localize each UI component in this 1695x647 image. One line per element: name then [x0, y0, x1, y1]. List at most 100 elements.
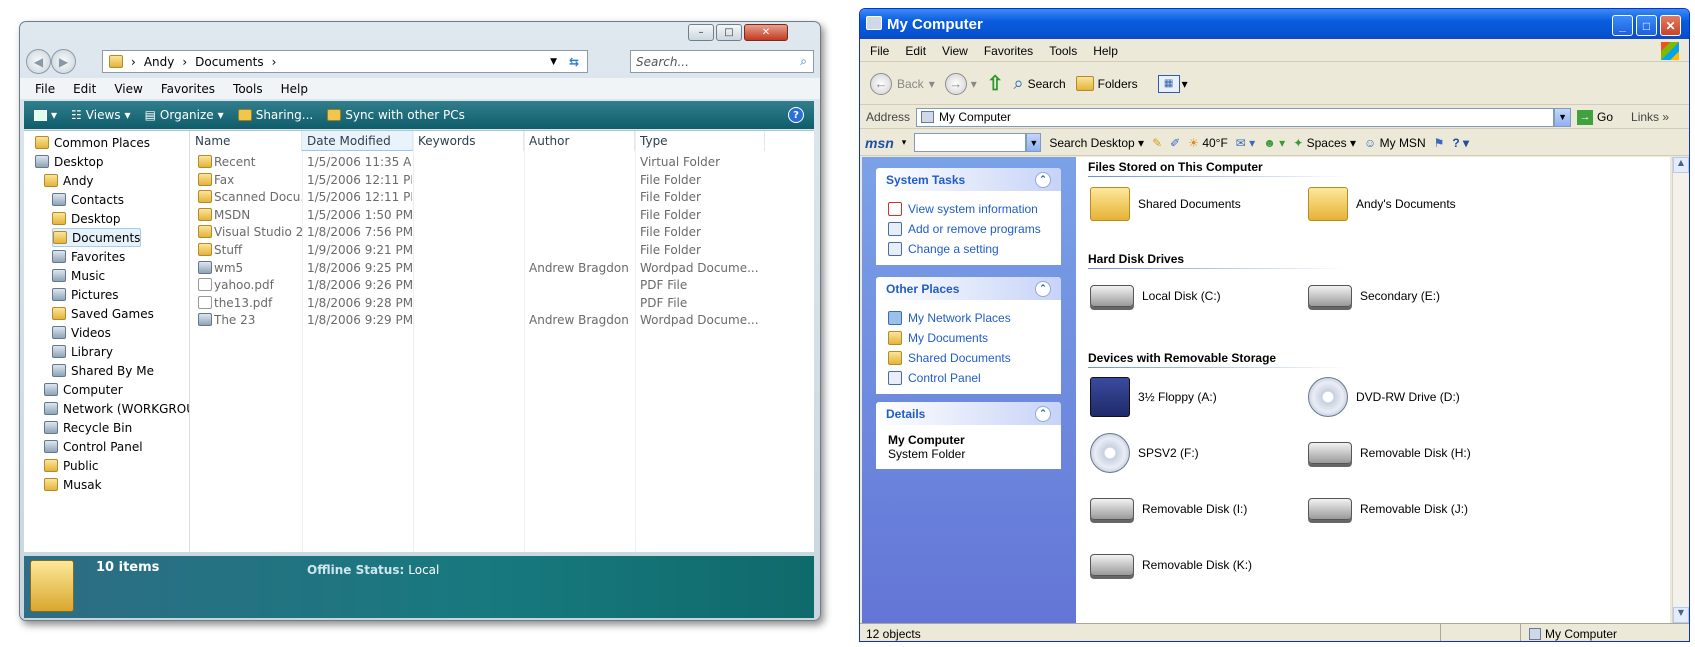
address-input[interactable]: My Computer	[916, 107, 1555, 127]
layout-button[interactable]: ▾	[34, 108, 57, 122]
column-header-author[interactable]: Author	[524, 131, 635, 151]
details-header[interactable]: Details ⌃	[876, 402, 1061, 425]
file-row[interactable]: wm5 1/8/2006 9:25 PM Andrew Bragdon Wordpad…	[190, 259, 790, 278]
file-row[interactable]: Recent 1/5/2006 11:35 AM Virtual Folder	[190, 153, 790, 172]
shared-documents-item[interactable]: Shared Documents	[1090, 187, 1241, 221]
file-row[interactable]: MSDN 1/5/2006 1:50 PM File Folder	[190, 206, 790, 225]
search-button[interactable]: ⌕ Search	[1014, 73, 1066, 94]
sync-button[interactable]: Sync with other PCs	[327, 108, 465, 122]
note-icon[interactable]: ✐	[1170, 136, 1180, 150]
tree-item[interactable]: Andy	[44, 171, 94, 190]
tree-item[interactable]: Shared By Me	[52, 361, 154, 380]
msn-dropdown-icon[interactable]: ▾	[902, 137, 907, 148]
scroll-down-button[interactable]: ▼	[1673, 607, 1689, 623]
up-folder-icon[interactable]: ⇧	[987, 71, 1004, 96]
file-row[interactable]: Visual Studio 2... 1/8/2006 7:56 PM File F…	[190, 223, 790, 242]
menu-edit[interactable]: Edit	[73, 82, 96, 96]
local-disk-c-item[interactable]: Local Disk (C:)	[1090, 285, 1221, 307]
shared-documents-link[interactable]: Shared Documents	[888, 348, 1049, 368]
tree-item[interactable]: Desktop	[35, 152, 104, 171]
menu-favorites[interactable]: Favorites	[984, 44, 1033, 58]
other-places-header[interactable]: Other Places ⌃	[876, 277, 1061, 300]
tree-item[interactable]: Computer	[44, 380, 123, 399]
search-icon[interactable]: ⌕	[800, 54, 807, 69]
tree-item[interactable]: Network (WORKGROU	[44, 399, 189, 418]
help-icon[interactable]: ?	[788, 107, 804, 123]
msn-help-icon[interactable]: ? ▾	[1452, 136, 1469, 150]
forward-button[interactable]: ▶	[51, 49, 76, 74]
msn-search-input[interactable]	[914, 133, 1027, 152]
breadcrumb-documents[interactable]: Documents	[195, 55, 263, 69]
change-setting-link[interactable]: Change a setting	[888, 239, 1049, 259]
file-row[interactable]: Stuff 1/9/2006 9:21 PM File Folder	[190, 241, 790, 260]
tree-item[interactable]: Common Places	[35, 133, 150, 152]
file-row[interactable]: yahoo.pdf 1/8/2006 9:26 PM PDF File	[190, 276, 790, 295]
maximize-button[interactable]: □	[1636, 15, 1657, 36]
back-button[interactable]: ◀	[26, 49, 51, 74]
secondary-e-item[interactable]: Secondary (E:)	[1308, 285, 1440, 307]
search-desktop-button[interactable]: Search Desktop ▾	[1049, 136, 1144, 150]
menu-view[interactable]: View	[114, 82, 142, 96]
scroll-up-button[interactable]: ▲	[1673, 157, 1689, 173]
removable-disk-i-item[interactable]: Removable Disk (I:)	[1090, 498, 1247, 520]
menu-tools[interactable]: Tools	[233, 82, 263, 96]
control-panel-link[interactable]: Control Panel	[888, 368, 1049, 388]
column-header-name[interactable]: Name	[190, 131, 302, 151]
tree-item[interactable]: Contacts	[52, 190, 124, 209]
mail-icon[interactable]: ✉ ▾	[1236, 136, 1255, 150]
minimize-button[interactable]: _	[1612, 15, 1633, 36]
msn-search-dropdown[interactable]: ▼	[1026, 133, 1042, 152]
my-msn-button[interactable]: ☺ My MSN	[1364, 136, 1426, 150]
file-row[interactable]: The 23 1/8/2006 9:29 PM Andrew Bragdon Word…	[190, 311, 790, 330]
folders-button[interactable]: Folders	[1075, 76, 1138, 91]
sharing-button[interactable]: Sharing...	[237, 108, 313, 122]
messenger-icon[interactable]: ☻ ▾	[1263, 136, 1285, 150]
address-dropdown-button[interactable]: ▼	[1554, 107, 1572, 127]
tree-item[interactable]: Musak	[44, 475, 102, 494]
spsv2-f-item[interactable]: SPSV2 (F:)	[1090, 433, 1199, 473]
file-row[interactable]: Scanned Docu... 1/5/2006 12:11 PM File Fol…	[190, 188, 790, 207]
my-network-places-link[interactable]: My Network Places	[888, 308, 1049, 328]
floppy-a-item[interactable]: 3½ Floppy (A:)	[1090, 377, 1217, 417]
close-button[interactable]: ✕	[1660, 15, 1681, 36]
highlight-icon[interactable]: ✎	[1152, 136, 1162, 150]
address-bar[interactable]: › Andy › Documents › ▼ ⇆	[102, 50, 588, 73]
menu-help[interactable]: Help	[1093, 44, 1118, 58]
system-tasks-header[interactable]: System Tasks ⌃	[876, 168, 1061, 191]
column-header-date-modified[interactable]: Date Modified	[302, 131, 413, 151]
breadcrumb-andy[interactable]: Andy	[144, 55, 175, 69]
menu-file[interactable]: File	[35, 82, 55, 96]
removable-disk-j-item[interactable]: Removable Disk (J:)	[1308, 498, 1468, 520]
menu-tools[interactable]: Tools	[1049, 44, 1077, 58]
back-button[interactable]: ← Back ▾	[870, 72, 935, 95]
tree-item[interactable]: Recycle Bin	[44, 418, 132, 437]
andys-documents-item[interactable]: Andy's Documents	[1308, 187, 1456, 221]
column-header-keywords[interactable]: Keywords	[413, 131, 524, 151]
alerts-icon[interactable]: ⚑	[1434, 136, 1445, 150]
add-remove-programs-link[interactable]: Add or remove programs	[888, 219, 1049, 239]
removable-disk-k-item[interactable]: Removable Disk (K:)	[1090, 554, 1252, 576]
tree-item[interactable]: Videos	[52, 323, 111, 342]
dvd-rw-d-item[interactable]: DVD-RW Drive (D:)	[1308, 377, 1460, 417]
tree-item[interactable]: Music	[52, 266, 105, 285]
tree-item[interactable]: Documents	[52, 228, 142, 247]
views-button[interactable]: ☷ Views ▾	[71, 108, 131, 122]
menu-help[interactable]: Help	[281, 82, 308, 96]
file-row[interactable]: the13.pdf 1/8/2006 9:28 PM PDF File	[190, 294, 790, 313]
collapse-chevron-icon[interactable]: ⌃	[1035, 171, 1051, 188]
column-header-type[interactable]: Type	[635, 131, 765, 151]
dropdown-arrow-icon[interactable]: ▼	[550, 57, 557, 67]
collapse-chevron-icon[interactable]: ⌃	[1035, 405, 1051, 422]
maximize-button[interactable]: □	[716, 24, 742, 41]
go-button[interactable]: → Go	[1577, 109, 1613, 125]
close-button[interactable]: ✕	[744, 24, 788, 41]
tree-item[interactable]: Control Panel	[44, 437, 143, 456]
tree-item[interactable]: Pictures	[52, 285, 119, 304]
refresh-icon[interactable]: ⇆	[569, 55, 579, 69]
organize-button[interactable]: ▤ Organize ▾	[145, 108, 224, 122]
tree-item[interactable]: Library	[52, 342, 113, 361]
menu-file[interactable]: File	[870, 44, 889, 58]
collapse-chevron-icon[interactable]: ⌃	[1035, 280, 1051, 297]
file-row[interactable]: Fax 1/5/2006 12:11 PM File Folder	[190, 171, 790, 190]
my-documents-link[interactable]: My Documents	[888, 328, 1049, 348]
